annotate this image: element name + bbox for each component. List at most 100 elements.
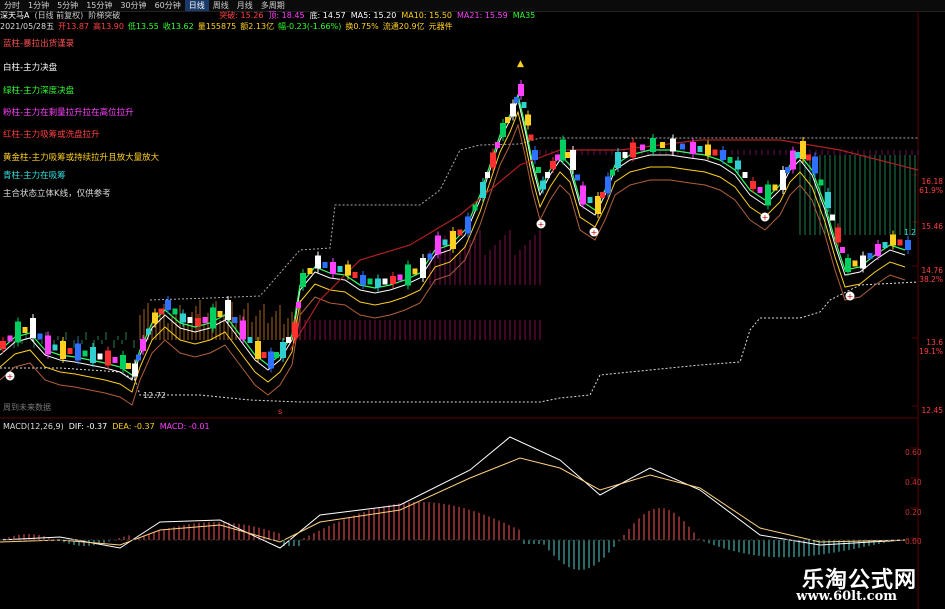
candle (202, 317, 208, 323)
candle (67, 348, 73, 354)
macd-tick-000: 0.00 (905, 537, 922, 546)
candle (45, 335, 51, 355)
candle (52, 344, 58, 351)
legend-blue: 蓝柱-暴拉出货谨录 (3, 39, 75, 49)
candle (622, 152, 628, 158)
legend-note: 主合状态立体K线，仅供参考 (3, 189, 111, 199)
candle (60, 341, 66, 359)
legend-pink: 粉柱-主力在剩量拉升拉在高位拉升 (3, 108, 134, 118)
candle (352, 272, 358, 278)
candle (712, 149, 718, 156)
candle (735, 160, 741, 170)
candle (280, 342, 286, 358)
candle (525, 114, 531, 126)
candle (514, 97, 519, 103)
top-arrow-icon: ▲ (517, 59, 524, 69)
candle (172, 308, 178, 315)
candle (697, 146, 703, 152)
macd-tick-020: 0.20 (905, 508, 922, 517)
candle (146, 328, 151, 335)
axis-label-19-1: 19.1% (919, 347, 943, 356)
legend-white: 白柱-主力决盘 (3, 63, 58, 73)
candle (105, 350, 111, 366)
macd-tick-040: 0.40 (905, 478, 922, 487)
candle (307, 268, 313, 274)
macd-value: MACD: -0.01 (159, 422, 210, 431)
sell-marker-icon: s (278, 407, 282, 416)
candle (7, 335, 13, 342)
macd-tick-060: 0.60 (905, 448, 922, 457)
candle (600, 192, 605, 198)
candle (140, 339, 146, 351)
candle (882, 242, 888, 248)
candle (812, 156, 818, 174)
candle (742, 172, 748, 178)
axis-label-61-9: 61.9% (919, 186, 943, 195)
candle (360, 275, 366, 285)
candle (315, 255, 321, 269)
candle (785, 167, 790, 173)
candle (650, 138, 656, 152)
candle (490, 152, 496, 168)
candle (30, 318, 36, 338)
axis-label-16-18: 16.18 (921, 177, 943, 186)
candle (97, 353, 103, 360)
candle (875, 244, 881, 256)
trend-line (289, 139, 919, 351)
candle (575, 174, 580, 181)
candle (195, 318, 201, 326)
candle (830, 214, 835, 221)
candle (75, 343, 81, 361)
candle (15, 321, 21, 343)
candle (806, 154, 811, 161)
candle (367, 278, 373, 285)
buy-marker-plus: + (7, 372, 14, 381)
candle (240, 320, 246, 340)
candle (165, 300, 171, 310)
candle (247, 337, 253, 343)
candle (300, 273, 306, 287)
buy-marker-plus: + (762, 213, 769, 222)
candle (180, 313, 186, 323)
candle (840, 247, 845, 253)
axis-label-13-6: 13.6 (926, 338, 943, 347)
macd-name[interactable]: MACD(12,26,9) (0, 422, 64, 432)
candle (255, 341, 261, 359)
candle (605, 176, 611, 194)
candle (465, 216, 471, 234)
candle (120, 355, 126, 369)
candle (528, 134, 534, 141)
candle (795, 152, 800, 158)
candle (772, 184, 778, 191)
candle (337, 266, 343, 272)
candle (540, 180, 546, 190)
candle (521, 102, 527, 108)
axis-label-12-45: 12.45 (921, 406, 943, 415)
candle (518, 84, 524, 96)
candle (800, 141, 806, 159)
kline-chart[interactable]: + + + + + ▲ s (0, 0, 945, 609)
legend-gold: 黄金柱-主力吸筹或持续拉升且放大量放大 (3, 153, 160, 163)
legend-red: 红柱-主力吸筹或洗盘拉升 (3, 130, 100, 140)
candle (457, 229, 463, 236)
buy-marker-plus: + (538, 220, 545, 229)
candle (261, 352, 267, 358)
candle (565, 152, 570, 158)
candle (765, 184, 771, 206)
candle (825, 192, 831, 208)
legend-cyan: 青柱-主力在吸筹 (3, 171, 66, 181)
candle (296, 302, 301, 308)
candle (867, 253, 873, 259)
candle (845, 258, 851, 272)
candle (112, 357, 118, 363)
candle (690, 142, 696, 154)
candle (905, 240, 911, 250)
candle (136, 354, 141, 361)
candle (427, 253, 433, 260)
candle (322, 262, 328, 268)
candle (670, 138, 676, 152)
candle (286, 337, 291, 343)
watermark-url: www.60lt.com (796, 589, 897, 604)
candle (500, 123, 506, 137)
candle (536, 167, 541, 173)
